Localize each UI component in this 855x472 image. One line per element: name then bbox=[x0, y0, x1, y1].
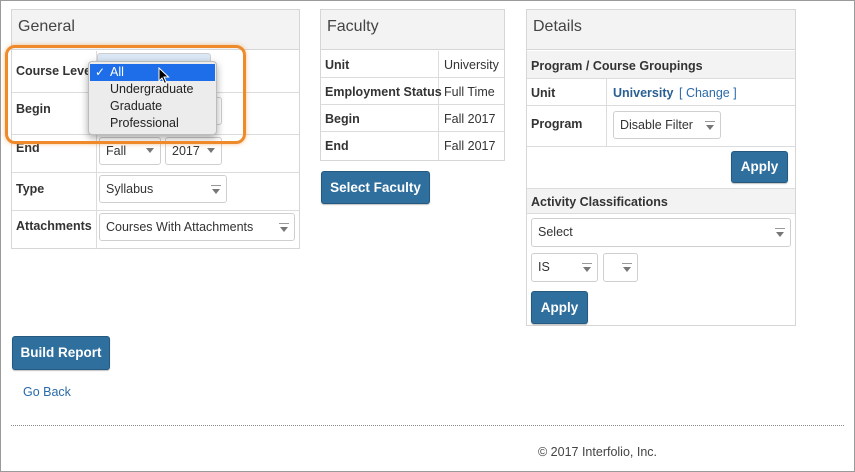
divider bbox=[96, 211, 97, 249]
highlight-callout bbox=[5, 45, 246, 144]
faculty-row-label: Employment Status bbox=[325, 85, 442, 99]
activity-select[interactable]: Select bbox=[531, 218, 791, 247]
faculty-row-value: Fall 2017 bbox=[444, 112, 496, 126]
chevron-down-icon bbox=[583, 267, 591, 272]
faculty-row-label: Begin bbox=[325, 112, 360, 126]
attachments-select[interactable]: Courses With Attachments bbox=[99, 213, 295, 241]
faculty-row-value: Fall 2017 bbox=[444, 139, 496, 153]
chevron-down-icon bbox=[775, 228, 785, 229]
chevron-down-icon bbox=[279, 223, 289, 224]
program-row: Program Disable Filter bbox=[527, 106, 795, 147]
divider bbox=[606, 106, 607, 146]
chevron-down-icon bbox=[211, 185, 221, 186]
activity-heading: Activity Classifications bbox=[531, 195, 668, 209]
change-unit-link[interactable]: [ Change ] bbox=[679, 86, 737, 100]
build-report-button[interactable]: Build Report bbox=[12, 336, 110, 370]
activity-header: Activity Classifications bbox=[527, 188, 795, 214]
faculty-row: Employment Status Full Time bbox=[321, 78, 504, 105]
chevron-down-icon bbox=[776, 232, 784, 237]
faculty-row: Begin Fall 2017 bbox=[321, 105, 504, 132]
type-label: Type bbox=[16, 182, 45, 196]
faculty-row-label: Unit bbox=[325, 58, 350, 72]
value-select[interactable] bbox=[603, 253, 638, 282]
end-year-value: 2017 bbox=[172, 144, 200, 158]
program-label: Program bbox=[531, 117, 583, 131]
program-groupings-heading: Program / Course Groupings bbox=[531, 59, 703, 73]
copyright-text: © 2017 Interfolio, Inc. bbox=[538, 445, 658, 459]
activity-select-value: Select bbox=[538, 225, 573, 239]
divider bbox=[96, 173, 97, 210]
chevron-down-icon bbox=[212, 189, 220, 194]
attachments-row: Attachments Courses With Attachments bbox=[12, 211, 299, 249]
chevron-down-icon bbox=[582, 263, 592, 264]
faculty-row-value: Full Time bbox=[444, 85, 495, 99]
general-title: General bbox=[12, 10, 299, 50]
attachments-value: Courses With Attachments bbox=[106, 220, 254, 234]
divider bbox=[606, 79, 607, 105]
program-select[interactable]: Disable Filter bbox=[613, 111, 721, 139]
chevron-down-icon bbox=[622, 263, 632, 264]
faculty-row-label: End bbox=[325, 139, 349, 153]
program-value: Disable Filter bbox=[620, 118, 693, 132]
faculty-panel: Faculty Unit University Employment Statu… bbox=[320, 9, 505, 161]
type-value: Syllabus bbox=[106, 182, 154, 196]
chevron-down-icon bbox=[623, 267, 631, 272]
end-term-value: Fall bbox=[106, 144, 127, 158]
unit-value: University bbox=[613, 86, 674, 100]
chevron-down-icon bbox=[280, 227, 288, 232]
details-title: Details bbox=[527, 10, 795, 50]
faculty-row-value: University bbox=[444, 58, 499, 72]
details-unit-row: Unit University [ Change ] bbox=[527, 79, 795, 106]
chevron-down-icon bbox=[706, 125, 714, 130]
footer-divider bbox=[11, 425, 844, 426]
details-panel: Details Program / Course Groupings Unit … bbox=[526, 9, 796, 326]
faculty-title: Faculty bbox=[321, 10, 504, 50]
faculty-row: End Fall 2017 bbox=[321, 132, 504, 160]
program-groupings-header: Program / Course Groupings bbox=[527, 51, 795, 79]
chevron-down-icon bbox=[207, 148, 215, 153]
type-select[interactable]: Syllabus bbox=[99, 175, 227, 203]
faculty-row: Unit University bbox=[321, 51, 504, 78]
apply-program-button[interactable]: Apply bbox=[731, 151, 788, 183]
chevron-down-icon bbox=[146, 148, 154, 153]
apply-activity-button[interactable]: Apply bbox=[531, 291, 588, 324]
attachments-label: Attachments bbox=[16, 219, 92, 233]
type-row: Type Syllabus bbox=[12, 173, 299, 211]
chevron-down-icon bbox=[705, 121, 715, 122]
operator-value: IS bbox=[538, 260, 550, 274]
operator-select[interactable]: IS bbox=[531, 253, 598, 282]
go-back-link[interactable]: Go Back bbox=[23, 385, 71, 399]
select-faculty-button[interactable]: Select Faculty bbox=[321, 171, 430, 204]
unit-label: Unit bbox=[531, 86, 556, 100]
